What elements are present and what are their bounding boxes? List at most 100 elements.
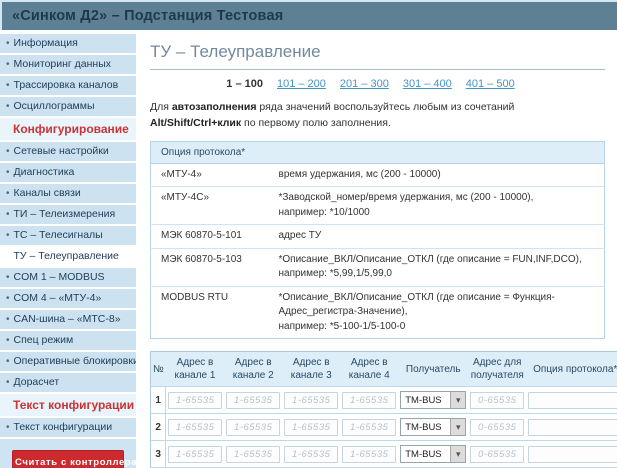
telecontrol-table-body: 1 ТМ-BUS ▾ [150, 386, 617, 468]
sidebar-item[interactable]: • Информация [0, 34, 136, 55]
channel-2-address-input[interactable] [226, 391, 281, 409]
protocol-table-header: Опция протокола* [150, 140, 605, 164]
column-header: Адрес в канале 1 [165, 351, 225, 387]
sidebar: • Информация • Мониторинг данных • Трасс… [0, 30, 136, 468]
sidebar-item[interactable]: • COM 1 – MODBUS [0, 268, 136, 289]
protocol-row: «МТУ-4» время удержания, мс (200 - 10000… [150, 162, 605, 187]
sidebar-item[interactable]: • Осциллограммы [0, 97, 136, 118]
protocol-table-body: «МТУ-4» время удержания, мс (200 - 10000… [150, 162, 605, 339]
bullet-icon: • [6, 376, 10, 388]
pagination-link[interactable]: 201 – 300 [340, 78, 389, 90]
hint-text: по первому полю заполнения. [241, 116, 391, 129]
sidebar-item-label: Мониторинг данных [13, 58, 112, 70]
channel-2-address-input[interactable] [226, 445, 281, 463]
sidebar-item[interactable]: • Оперативные блокировки [0, 352, 136, 373]
column-header: Адрес для получателя [468, 351, 527, 387]
channel-3-address-input[interactable] [284, 391, 339, 409]
sidebar-item-label: COM 4 – «МТУ-4» [13, 292, 102, 304]
hint-text: ряда значений воспользуйтесь любым из со… [256, 101, 515, 113]
autofill-hint: Для автозаполнения ряда значений восполь… [150, 100, 605, 132]
bullet-icon: • [6, 421, 10, 433]
sidebar-item[interactable]: • Сетевые настройки [0, 142, 136, 163]
bullet-icon: • [6, 145, 10, 157]
channel-4-address-input[interactable] [342, 391, 397, 409]
protocol-example-line: например: *5,99,1/5,99,0 [278, 268, 392, 279]
pagination-link[interactable]: 401 – 500 [466, 78, 515, 90]
recipient-select-value: ТМ-BUS [405, 448, 442, 460]
sidebar-text-list: • Текст конфигурации [0, 418, 136, 439]
bullet-icon: • [6, 229, 10, 241]
sidebar-item-label: Информация [13, 37, 78, 49]
app-title: «Синком Д2» – Подстанция Тестовая [12, 8, 284, 24]
pagination-links: 101 – 200 201 – 300 301 – 400 401 – 500 [277, 78, 529, 90]
sidebar-item[interactable]: • ТИ – Телеизмерения [0, 205, 136, 226]
sidebar-top-list: • Информация • Мониторинг данных • Трасс… [0, 34, 136, 118]
read-from-controller-button[interactable]: Считать с контроллера [12, 450, 136, 468]
channel-1-address-input[interactable] [168, 418, 223, 436]
protocol-description: *Описание_ВКЛ/Описание_ОТКЛ (где описани… [268, 285, 605, 339]
sidebar-item-label: Спец режим [13, 334, 74, 346]
page-title: ТУ – Телеуправление [150, 38, 605, 70]
sidebar-item-label: Оперативные блокировки [13, 355, 136, 367]
sidebar-item[interactable]: • Спец режим [0, 331, 136, 352]
protocol-name: MODBUS RTU [150, 285, 269, 339]
recipient-select[interactable]: ТМ-BUS ▾ [400, 445, 467, 463]
channel-3-address-input[interactable] [284, 418, 339, 436]
recipient-select[interactable]: ТМ-BUS ▾ [400, 391, 467, 409]
sidebar-item[interactable]: • ТУ – Телеуправление [0, 247, 136, 268]
sidebar-item[interactable]: • Мониторинг данных [0, 55, 136, 76]
recipient-select[interactable]: ТМ-BUS ▾ [400, 418, 467, 436]
bullet-icon: • [6, 79, 10, 91]
sidebar-item[interactable]: • Диагностика [0, 163, 136, 184]
chevron-down-icon: ▾ [450, 392, 466, 408]
protocol-option-input[interactable] [528, 418, 617, 436]
channel-1-address-input[interactable] [168, 445, 223, 463]
bullet-icon: • [6, 37, 10, 49]
protocol-name: «МТУ-4С» [150, 186, 269, 225]
sidebar-item[interactable]: • Дорасчет [0, 373, 136, 394]
pagination-link[interactable]: 301 – 400 [403, 78, 452, 90]
sidebar-item-label: CAN-шина – «МТС-8» [13, 313, 121, 325]
sidebar-item-label: Диагностика [13, 166, 75, 178]
bullet-icon: • [6, 355, 10, 367]
section-config-text: Текст конфигурации [0, 394, 136, 418]
column-header: Адрес в канале 3 [282, 351, 341, 387]
sidebar-item[interactable]: • Каналы связи [0, 184, 136, 205]
channel-2-address-input[interactable] [226, 418, 281, 436]
channel-4-address-input[interactable] [342, 445, 397, 463]
recipient-address-input[interactable] [470, 418, 525, 436]
sidebar-item[interactable]: • ТС – Телесигналы [0, 226, 136, 247]
channel-1-address-input[interactable] [168, 391, 223, 409]
pagination-link[interactable]: 101 – 200 [277, 78, 326, 90]
sidebar-item[interactable]: • COM 4 – «МТУ-4» [0, 289, 136, 310]
protocol-row: «МТУ-4С» *Заводской_номер/время удержани… [150, 186, 605, 225]
protocol-description-line: адрес ТУ [278, 230, 322, 241]
channel-3-address-input[interactable] [284, 445, 339, 463]
row-number: 3 [150, 440, 167, 468]
protocol-name: «МТУ-4» [150, 162, 269, 187]
sidebar-item[interactable]: • Текст конфигурации [0, 418, 136, 439]
recipient-address-input[interactable] [470, 391, 525, 409]
recipient-select-value: ТМ-BUS [405, 394, 442, 406]
sidebar-config-list: • Сетевые настройки • Диагностика • Кана… [0, 142, 136, 394]
channel-4-address-input[interactable] [342, 418, 397, 436]
bullet-icon: • [6, 334, 10, 346]
app-header: «Синком Д2» – Подстанция Тестовая [0, 0, 617, 30]
table-row: 3 ТМ-BUS ▾ [150, 440, 617, 468]
row-number: 1 [150, 386, 167, 414]
protocol-option-input[interactable] [528, 445, 617, 463]
protocol-option-input[interactable] [528, 391, 617, 409]
protocol-description-line: время удержания, мс (200 - 10000) [278, 168, 441, 180]
pagination: 1 – 100 101 – 200 201 – 300 301 – 400 401 – … [150, 78, 605, 90]
sidebar-item[interactable]: • Трассировка каналов [0, 76, 136, 97]
sidebar-item[interactable]: • CAN-шина – «МТС-8» [0, 310, 136, 331]
sidebar-item-label: Осциллограммы [13, 100, 95, 112]
sidebar-item-label: ТУ – Телеуправление [13, 250, 119, 262]
protocol-description-line: *Описание_ВКЛ/Описание_ОТКЛ (где описани… [278, 291, 555, 318]
recipient-address-input[interactable] [470, 445, 525, 463]
sidebar-item-label: Дорасчет [13, 376, 60, 388]
bullet-icon: • [6, 166, 10, 178]
bullet-icon: • [6, 313, 10, 325]
bullet-icon: • [6, 187, 10, 199]
protocol-description: *Описание_ВКЛ/Описание_ОТКЛ (где описани… [268, 247, 605, 286]
